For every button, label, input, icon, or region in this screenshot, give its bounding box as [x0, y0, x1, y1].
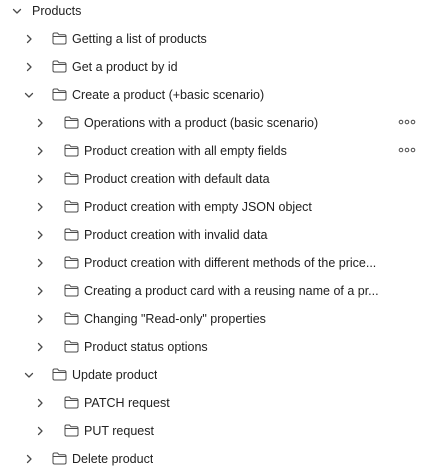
chevron-right-icon[interactable] [33, 340, 47, 354]
chevron-right-icon[interactable] [22, 60, 36, 74]
tree-item-create-product[interactable]: Create a product (+basic scenario) [0, 81, 426, 109]
folder-icon [64, 284, 79, 297]
folder-icon [52, 452, 67, 465]
chevron-down-icon[interactable] [10, 4, 24, 18]
folder-icon [64, 228, 79, 241]
chevron-right-icon[interactable] [33, 116, 47, 130]
chevron-right-icon[interactable] [33, 256, 47, 270]
tree-item-label: Create a product (+basic scenario) [72, 88, 265, 102]
tree-item-creating-product-card-reusing-name[interactable]: Creating a product card with a reusing n… [0, 277, 426, 305]
folder-icon [64, 424, 79, 437]
more-horizontal-icon[interactable] [398, 145, 416, 155]
chevron-right-icon[interactable] [33, 396, 47, 410]
folder-icon [64, 172, 79, 185]
tree-item-label: Product creation with empty JSON object [84, 200, 312, 214]
folder-icon [52, 88, 67, 101]
tree-item-label: Operations with a product (basic scenari… [84, 116, 319, 130]
chevron-right-icon[interactable] [33, 424, 47, 438]
folder-icon [52, 368, 67, 381]
chevron-right-icon[interactable] [22, 32, 36, 46]
tree-item-update-product[interactable]: Update product [0, 361, 426, 389]
tree-item-label: Product creation with different methods … [84, 256, 377, 270]
tree-item-product-creation-default-data[interactable]: Product creation with default data [0, 165, 426, 193]
tree-item-label: Changing "Read-only" properties [84, 312, 266, 326]
folder-icon [64, 144, 79, 157]
folder-icon [64, 396, 79, 409]
chevron-right-icon[interactable] [33, 172, 47, 186]
tree-item-label: Get a product by id [72, 60, 178, 74]
chevron-right-icon[interactable] [22, 452, 36, 466]
tree-item-product-creation-price-methods[interactable]: Product creation with different methods … [0, 249, 426, 277]
chevron-down-icon[interactable] [22, 88, 36, 102]
tree-item-patch-request[interactable]: PATCH request [0, 389, 426, 417]
chevron-right-icon[interactable] [33, 144, 47, 158]
tree-item-label: Product creation with all empty fields [84, 144, 287, 158]
chevron-right-icon[interactable] [33, 228, 47, 242]
tree-item-label: Delete product [72, 452, 154, 466]
folder-icon [64, 312, 79, 325]
tree-item-get-product-by-id[interactable]: Get a product by id [0, 53, 426, 81]
tree-item-delete-product[interactable]: Delete product [0, 445, 426, 473]
folder-icon [64, 256, 79, 269]
tree-item-label: PUT request [84, 424, 154, 438]
tree-item-label: PATCH request [84, 396, 170, 410]
tree-item-label: Products [32, 4, 82, 18]
folder-icon [52, 32, 67, 45]
tree-item-label: Getting a list of products [72, 32, 207, 46]
tree-item-operations-with-product[interactable]: Operations with a product (basic scenari… [0, 109, 426, 137]
tree-item-label: Creating a product card with a reusing n… [84, 284, 379, 298]
chevron-right-icon[interactable] [33, 284, 47, 298]
tree-item-product-status-options[interactable]: Product status options [0, 333, 426, 361]
tree-item-product-creation-empty-json[interactable]: Product creation with empty JSON object [0, 193, 426, 221]
more-horizontal-icon[interactable] [398, 117, 416, 127]
folder-icon [64, 200, 79, 213]
folder-icon [64, 116, 79, 129]
tree-item-label: Product creation with default data [84, 172, 270, 186]
chevron-right-icon[interactable] [33, 312, 47, 326]
tree-item-product-creation-invalid-data[interactable]: Product creation with invalid data [0, 221, 426, 249]
folder-icon [52, 60, 67, 73]
chevron-down-icon[interactable] [22, 368, 36, 382]
tree-item-label: Product status options [84, 340, 208, 354]
tree-item-put-request[interactable]: PUT request [0, 417, 426, 445]
tree-item-label: Product creation with invalid data [84, 228, 268, 242]
chevron-right-icon[interactable] [33, 200, 47, 214]
tree-item-label: Update product [72, 368, 158, 382]
tree-item-changing-read-only-properties[interactable]: Changing "Read-only" properties [0, 305, 426, 333]
tree-item-product-creation-all-empty-fields[interactable]: Product creation with all empty fields [0, 137, 426, 165]
tree-item-products[interactable]: Products [0, 0, 426, 25]
folder-icon [64, 340, 79, 353]
collection-tree: Products Getting a list of products Get … [0, 0, 426, 473]
tree-item-getting-list-of-products[interactable]: Getting a list of products [0, 25, 426, 53]
